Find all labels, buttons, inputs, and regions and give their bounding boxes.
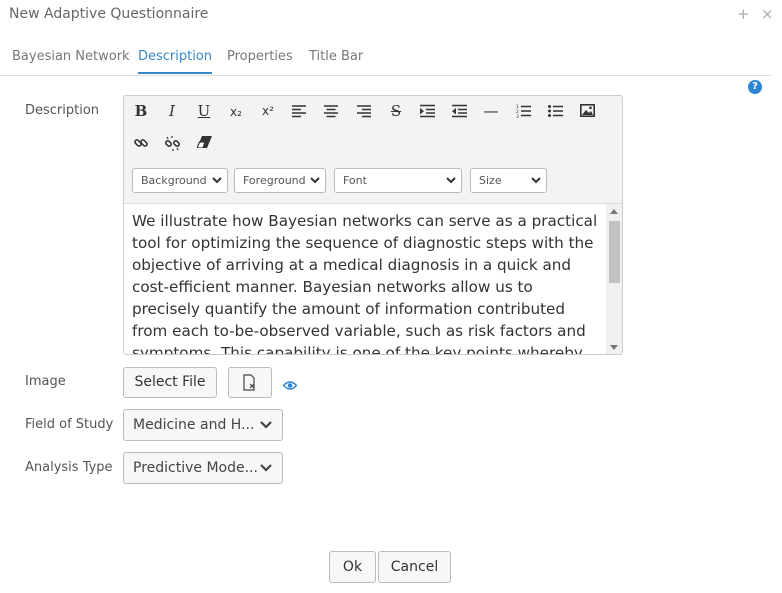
tab-bayesian-network[interactable]: Bayesian Network xyxy=(12,49,130,64)
analysis-type-value: Predictive Mode... xyxy=(133,460,258,476)
size-select-value: Size xyxy=(479,174,502,187)
tab-properties[interactable]: Properties xyxy=(227,49,293,64)
field-of-study-value: Medicine and H... xyxy=(133,417,255,433)
unlink-icon[interactable] xyxy=(160,132,184,154)
chevron-down-icon xyxy=(446,177,456,184)
analysis-type-dropdown[interactable]: Predictive Mode... xyxy=(123,452,283,484)
align-left-icon[interactable] xyxy=(287,100,311,122)
bold-button[interactable]: B xyxy=(129,100,153,122)
chevron-down-icon xyxy=(531,177,541,184)
superscript-button[interactable]: x² xyxy=(256,100,280,122)
foreground-select-value: Foreground xyxy=(243,174,306,187)
strikethrough-button[interactable]: S xyxy=(384,100,408,122)
description-text[interactable]: We illustrate how Bayesian networks can … xyxy=(132,210,598,354)
ordered-list-icon[interactable]: 123 xyxy=(511,100,535,122)
font-select-value: Font xyxy=(343,174,367,187)
select-file-button[interactable]: Select File xyxy=(123,367,217,398)
tab-bar: Bayesian Network Description Properties … xyxy=(0,47,772,76)
background-select-value: Background xyxy=(141,174,207,187)
cancel-button[interactable]: Cancel xyxy=(378,551,451,583)
description-label: Description xyxy=(25,103,100,118)
scroll-thumb[interactable] xyxy=(609,221,620,283)
plus-icon[interactable]: + xyxy=(737,5,750,23)
underline-button[interactable]: U xyxy=(192,100,216,122)
chevron-down-icon xyxy=(260,421,272,429)
analysis-type-label: Analysis Type xyxy=(25,460,113,475)
scroll-down-icon[interactable] xyxy=(610,345,618,350)
close-icon[interactable]: × xyxy=(761,5,774,23)
image-insert-icon[interactable] xyxy=(575,100,599,122)
scroll-up-icon[interactable] xyxy=(610,209,618,214)
tab-description[interactable]: Description xyxy=(138,49,213,74)
window-title: New Adaptive Questionnaire xyxy=(9,6,209,22)
font-select[interactable]: Font xyxy=(334,168,462,193)
foreground-select[interactable]: Foreground xyxy=(234,168,326,193)
eraser-icon[interactable] xyxy=(192,132,216,154)
eye-icon[interactable] xyxy=(282,376,298,395)
ok-button[interactable]: Ok xyxy=(329,551,376,583)
outdent-icon[interactable] xyxy=(447,100,471,122)
bullet-list-icon[interactable] xyxy=(543,100,567,122)
file-clear-icon xyxy=(243,374,255,391)
chevron-down-icon xyxy=(260,464,272,472)
indent-icon[interactable] xyxy=(415,100,439,122)
link-icon[interactable] xyxy=(129,132,153,154)
background-select[interactable]: Background xyxy=(132,168,228,193)
image-label: Image xyxy=(25,374,66,389)
rich-text-editor: B I U x₂ x² S — 123 Background Foregroun… xyxy=(123,95,623,355)
field-of-study-label: Field of Study xyxy=(25,417,114,432)
tab-title-bar[interactable]: Title Bar xyxy=(309,49,363,64)
align-center-icon[interactable] xyxy=(319,100,343,122)
align-right-icon[interactable] xyxy=(352,100,376,122)
horizontal-rule-button[interactable]: — xyxy=(479,100,503,122)
size-select[interactable]: Size xyxy=(470,168,547,193)
editor-content-area[interactable]: We illustrate how Bayesian networks can … xyxy=(124,203,622,354)
italic-button[interactable]: I xyxy=(160,100,184,122)
help-icon[interactable]: ? xyxy=(748,80,762,94)
svg-text:3: 3 xyxy=(516,114,519,118)
subscript-button[interactable]: x₂ xyxy=(224,101,248,123)
chevron-down-icon xyxy=(310,177,320,184)
field-of-study-dropdown[interactable]: Medicine and H... xyxy=(123,409,283,441)
editor-scrollbar[interactable] xyxy=(606,204,622,354)
chevron-down-icon xyxy=(212,177,222,184)
clear-file-button[interactable] xyxy=(228,367,272,398)
